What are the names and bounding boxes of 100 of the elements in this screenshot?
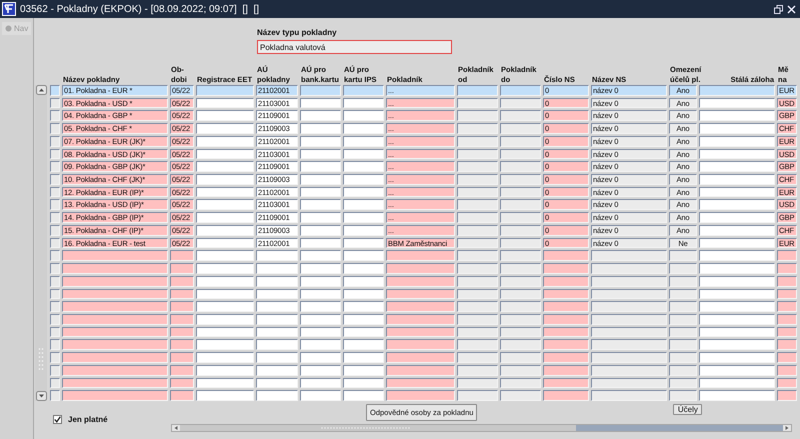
table-cell <box>196 364 254 376</box>
table-cell <box>457 276 498 286</box>
table-cell <box>170 276 194 286</box>
table-cell <box>196 85 254 96</box>
table-cell <box>196 98 254 108</box>
table-cell <box>256 352 298 363</box>
table-cell <box>256 301 298 312</box>
row-selector[interactable] <box>50 238 60 248</box>
table-cell <box>196 326 254 338</box>
table-cell <box>457 85 498 96</box>
checkbox[interactable] <box>53 415 62 424</box>
table-cell <box>669 352 697 363</box>
row-selector[interactable] <box>50 378 60 388</box>
row-selector[interactable] <box>50 250 60 262</box>
row-selector[interactable] <box>50 161 60 172</box>
table-cell <box>343 199 384 210</box>
table-cell <box>300 148 341 160</box>
table-cell <box>300 136 341 147</box>
row-selector[interactable] <box>50 352 60 363</box>
table-cell <box>500 148 541 160</box>
table-cell <box>170 364 194 376</box>
table-cell <box>386 250 455 262</box>
row-selector[interactable] <box>50 136 60 147</box>
table-cell <box>343 288 384 300</box>
cash-type-field[interactable]: Pokladna valutová <box>257 40 452 54</box>
table-cell <box>343 123 384 134</box>
table-cell <box>543 352 589 363</box>
table-cell <box>777 352 797 363</box>
table-cell <box>300 250 341 262</box>
table-cell <box>343 238 384 248</box>
table-cell <box>777 364 797 376</box>
table-cell <box>500 301 541 312</box>
row-selector[interactable] <box>50 276 60 286</box>
row-selector[interactable] <box>50 390 60 401</box>
horizontal-scrollbar[interactable] <box>171 424 792 432</box>
table-cell <box>457 314 498 325</box>
scroll-up-icon[interactable] <box>36 85 46 95</box>
table-cell <box>777 326 797 338</box>
table-cell <box>170 288 194 300</box>
row-selector[interactable] <box>50 123 60 134</box>
table-cell <box>777 263 797 274</box>
row-selector[interactable] <box>50 224 60 236</box>
table-cell <box>196 390 254 401</box>
row-selector[interactable] <box>50 301 60 312</box>
row-selector[interactable] <box>50 199 60 210</box>
table-cell <box>300 390 341 401</box>
table-cell <box>343 161 384 172</box>
table-cell <box>500 276 541 286</box>
table-cell <box>196 161 254 172</box>
row-selector[interactable] <box>50 339 60 350</box>
table-cell <box>777 288 797 300</box>
table-cell <box>300 301 341 312</box>
table-cell <box>500 123 541 134</box>
table-cell <box>343 186 384 198</box>
table-cell <box>669 314 697 325</box>
row-selector[interactable] <box>50 314 60 325</box>
table-cell <box>170 250 194 262</box>
table-cell <box>256 339 298 350</box>
row-selector[interactable] <box>50 288 60 300</box>
table-cell <box>196 212 254 223</box>
table-cell <box>196 378 254 388</box>
row-selector[interactable] <box>50 212 60 223</box>
row-selector[interactable] <box>50 186 60 198</box>
table-cell <box>500 263 541 274</box>
table-cell <box>196 352 254 363</box>
row-selector[interactable] <box>50 110 60 122</box>
row-selector[interactable] <box>50 326 60 338</box>
table-cell <box>500 161 541 172</box>
table-cell <box>300 288 341 300</box>
table-cell <box>170 263 194 274</box>
table-cell <box>386 339 455 350</box>
scroll-down-icon[interactable] <box>36 391 46 401</box>
field-label: Název typu pokladny <box>257 28 338 38</box>
row-selector[interactable] <box>50 148 60 160</box>
table-cell <box>669 288 697 300</box>
table-cell <box>300 263 341 274</box>
table-cell <box>777 378 797 388</box>
row-selector[interactable] <box>50 85 60 96</box>
row-selector[interactable] <box>50 174 60 185</box>
table-cell <box>500 85 541 96</box>
table-cell <box>669 276 697 286</box>
table-cell <box>669 263 697 274</box>
row-selector[interactable] <box>50 98 60 108</box>
table-cell <box>170 326 194 338</box>
table-cell <box>256 276 298 286</box>
restore-icon[interactable] <box>774 4 783 14</box>
purposes-button[interactable]: Účely <box>673 404 702 415</box>
table-cell <box>457 110 498 122</box>
close-icon[interactable] <box>787 4 796 14</box>
row-selector[interactable] <box>50 364 60 376</box>
row-selector[interactable] <box>50 263 60 274</box>
table-cell <box>300 339 341 350</box>
table-cell <box>669 390 697 401</box>
table-cell <box>343 339 384 350</box>
table-cell <box>457 339 498 350</box>
table-cell <box>343 174 384 185</box>
table-cell <box>386 326 455 338</box>
circle-icon <box>5 25 12 32</box>
table-cell <box>196 110 254 122</box>
vertical-scrollbar[interactable] <box>35 85 47 401</box>
